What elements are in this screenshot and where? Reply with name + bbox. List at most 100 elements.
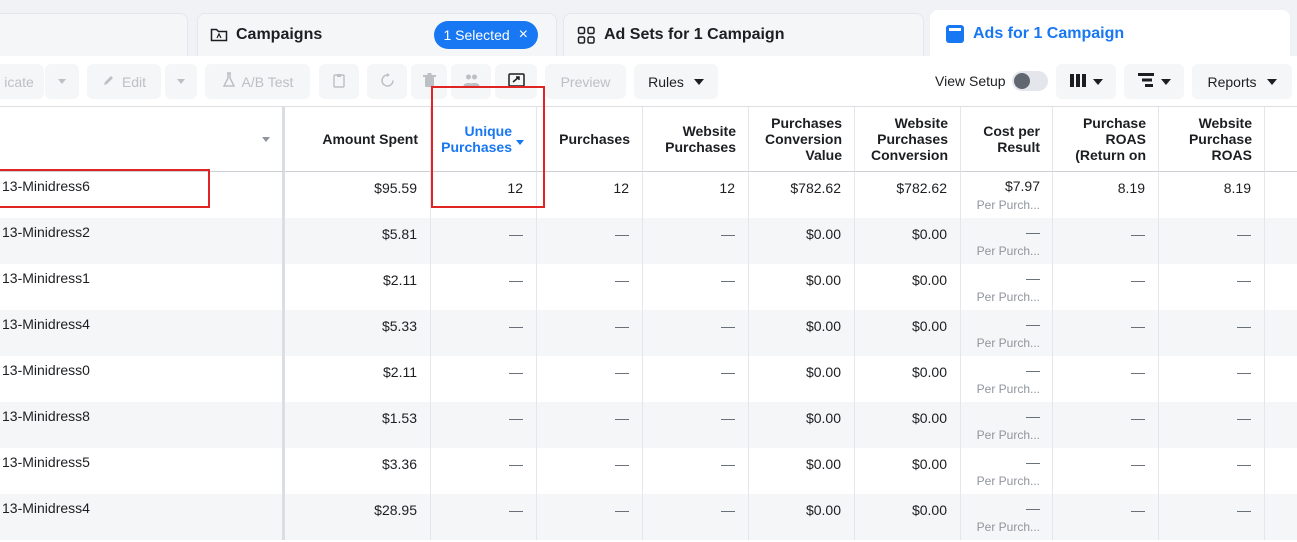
header-line: Website	[682, 123, 736, 139]
delete-button[interactable]	[411, 64, 447, 99]
header-web-roas[interactable]: Website Purchase ROAS	[1159, 107, 1265, 172]
sort-desc-icon[interactable]	[516, 139, 524, 145]
table-row[interactable]: 13-Minidress4 $28.95 — — — $0.00 $0.00 — Per Pur…	[0, 494, 1297, 540]
folder-icon	[210, 27, 228, 43]
cell-roas: 8.19	[1053, 172, 1159, 218]
cell-extra	[1265, 356, 1297, 402]
header-unique[interactable]: Unique Purchases	[431, 107, 537, 172]
cell-value: —	[1131, 272, 1145, 288]
cost-per-result-subtext: Per Purch...	[976, 290, 1040, 304]
cell-website-purchases: —	[643, 218, 749, 264]
tab-ad-sets[interactable]: Ad Sets for 1 Campaign	[563, 13, 924, 56]
table-row[interactable]: 13-Minidress0 $2.11 — — — $0.00 $0.00 — Per Purc…	[0, 356, 1297, 402]
header-label: Purchase ROAS (Return on	[1075, 115, 1146, 163]
cell-conv-value: $0.00	[749, 402, 855, 448]
table-row[interactable]: 13-Minidress8 $1.53 — — — $0.00 $0.00 — Per Purc…	[0, 402, 1297, 448]
header-purchases[interactable]: Purchases	[537, 107, 643, 172]
tab-campaigns-label: Campaigns	[236, 26, 323, 43]
cell-conv-value: $782.62	[749, 172, 855, 218]
cell-value: —	[1237, 226, 1251, 242]
cell-amount: $95.59	[285, 172, 431, 218]
edit-button[interactable]: Edit	[87, 64, 161, 99]
cell-purchases: —	[537, 218, 643, 264]
cell-extra	[1265, 172, 1297, 218]
table-row[interactable]: 13-Minidress4 $5.33 — — — $0.00 $0.00 — Per Purc…	[0, 310, 1297, 356]
edit-dropdown-button[interactable]	[165, 64, 197, 99]
ad-name-link[interactable]: 13-Minidress6	[0, 172, 285, 218]
cell-value: $0.00	[805, 456, 841, 472]
tab-campaigns[interactable]: Campaigns 1 Selected ×	[197, 13, 557, 56]
ad-name-link[interactable]: 13-Minidress4	[0, 310, 285, 356]
cell-value: —	[1026, 270, 1040, 286]
cell-website-purchases: 12	[643, 172, 749, 218]
selected-pill[interactable]: 1 Selected ×	[434, 21, 538, 49]
sort-caret-icon[interactable]	[262, 136, 270, 142]
cell-roas: —	[1053, 310, 1159, 356]
cell-value: —	[721, 364, 735, 380]
cell-value: —	[721, 272, 735, 288]
columns-button[interactable]	[1056, 64, 1116, 99]
ads-icon	[945, 24, 965, 44]
header-name-column[interactable]	[0, 107, 285, 172]
ad-name-link[interactable]: 13-Minidress1	[0, 264, 285, 310]
tab-account-overview[interactable]	[0, 13, 188, 56]
toolbar: icate Edit A/B Test Preview Rules Report…	[0, 56, 1297, 107]
clipboard-button[interactable]	[319, 64, 359, 99]
export-button[interactable]	[495, 64, 537, 99]
cell-value: $0.00	[911, 502, 947, 518]
cell-value: —	[1237, 410, 1251, 426]
table-row[interactable]: 13-Minidress5 $3.36 — — — $0.00 $0.00 — Per Purc…	[0, 448, 1297, 494]
tab-ads[interactable]: Ads for 1 Campaign	[930, 10, 1290, 57]
cell-value: $5.33	[381, 318, 417, 334]
view-setup-toggle[interactable]	[1012, 71, 1048, 91]
refresh-button[interactable]	[367, 64, 407, 99]
ab-test-button[interactable]: A/B Test	[205, 64, 310, 99]
table-row[interactable]: 13-Minidress1 $2.11 — — — $0.00 $0.00 — Per Purc…	[0, 264, 1297, 310]
ad-sets-icon	[577, 26, 596, 45]
header-amount[interactable]: Amount Spent	[285, 107, 431, 172]
table-row[interactable]: 13-Minidress6 $95.59 12 12 12 $782.62 $782.62 $…	[0, 172, 1297, 218]
cell-cpr: — Per Purch...	[961, 218, 1053, 264]
cell-value: 12	[613, 180, 629, 196]
ad-name-link[interactable]: 13-Minidress8	[0, 402, 285, 448]
header-cpr[interactable]: Cost per Result	[961, 107, 1053, 172]
reports-button[interactable]: Reports	[1192, 64, 1292, 99]
audience-button[interactable]	[451, 64, 491, 99]
rules-button[interactable]: Rules	[634, 64, 718, 99]
cell-web-roas: —	[1159, 310, 1265, 356]
duplicate-dropdown-button[interactable]	[45, 64, 79, 99]
header-roas[interactable]: Purchase ROAS (Return on	[1053, 107, 1159, 172]
header-extra[interactable]: FP	[1265, 107, 1297, 172]
duplicate-button[interactable]: icate	[0, 64, 44, 99]
header-conv-value[interactable]: Purchases Conversion Value	[749, 107, 855, 172]
ad-name-link[interactable]: 13-Minidress2	[0, 218, 285, 264]
header-line: Cost per	[983, 123, 1040, 139]
cell-value: —	[509, 364, 523, 380]
cell-value: $7.97	[1004, 178, 1040, 194]
ad-name-link[interactable]: 13-Minidress4	[0, 494, 285, 540]
cell-value: $0.00	[805, 318, 841, 334]
breakdown-button[interactable]	[1124, 64, 1184, 99]
cell-conv-value: $0.00	[749, 264, 855, 310]
cell-value: $0.00	[911, 364, 947, 380]
preview-button[interactable]: Preview	[545, 64, 626, 99]
cell-roas: —	[1053, 402, 1159, 448]
clear-selection-icon[interactable]: ×	[519, 27, 528, 43]
tab-ads-label: Ads for 1 Campaign	[973, 25, 1125, 42]
cell-conv-value: $0.00	[749, 356, 855, 402]
header-web-conv[interactable]: Website Purchases Conversion	[855, 107, 961, 172]
ad-name-link[interactable]: 13-Minidress0	[0, 356, 285, 402]
cell-unique: —	[431, 448, 537, 494]
ad-name-link[interactable]: 13-Minidress5	[0, 448, 285, 494]
cell-value: —	[1131, 456, 1145, 472]
cell-value: —	[509, 502, 523, 518]
cell-value: 8.19	[1117, 180, 1145, 196]
cell-unique: —	[431, 264, 537, 310]
cell-web-conv: $0.00	[855, 264, 961, 310]
table-row[interactable]: 13-Minidress2 $5.81 — — — $0.00 $0.00 — Per Purc…	[0, 218, 1297, 264]
cell-value: —	[1237, 364, 1251, 380]
cost-per-result-subtext: Per Purch...	[976, 428, 1040, 442]
header-website-purchases[interactable]: Website Purchases	[643, 107, 749, 172]
cell-unique: 12	[431, 172, 537, 218]
header-line: Purchases	[665, 139, 736, 155]
